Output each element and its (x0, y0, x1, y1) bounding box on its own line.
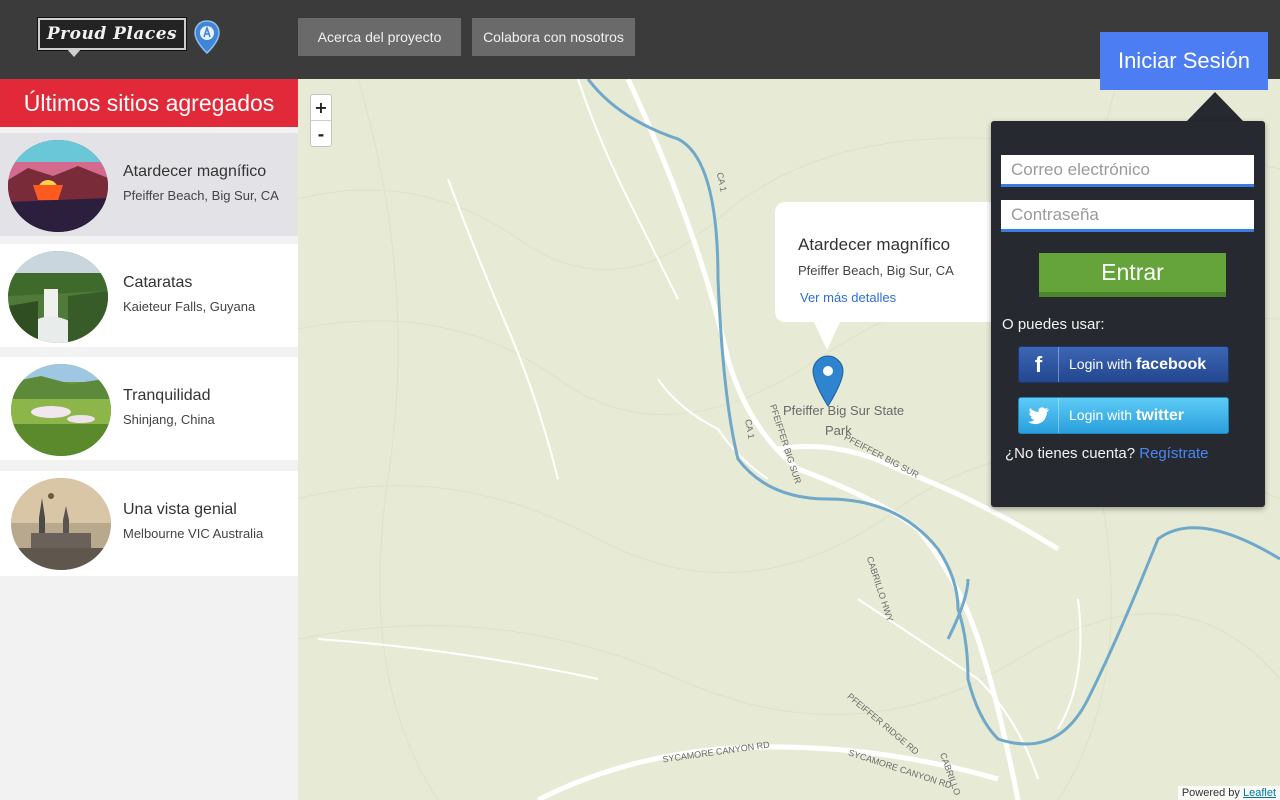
email-field[interactable]: Correo electrónico (1001, 155, 1254, 187)
alt-login-text: O puedes usar: (1002, 316, 1105, 333)
place-name: Cataratas (123, 274, 193, 291)
place-location: Shinjang, China (123, 412, 215, 427)
login-panel-pointer (1186, 92, 1244, 122)
twitter-brand: twitter (1135, 406, 1184, 424)
logo-text: Proud Places (46, 24, 178, 44)
top-navbar: Proud Places Acerca del proyecto Colabor… (0, 0, 1280, 79)
sidebar-title: Últimos sitios agregados (0, 79, 298, 127)
popup-title: Atardecer magnífico (798, 235, 951, 254)
city-photo-thumbnail (11, 478, 111, 570)
place-location: Melbourne VIC Australia (123, 526, 264, 541)
place-item[interactable]: Cataratas Kaieteur Falls, Guyana (0, 244, 298, 347)
zoom-in-button[interactable]: + (311, 95, 331, 121)
facebook-prefix: Login with (1069, 355, 1133, 372)
no-account-text: ¿No tienes cuenta? Regístrate (1005, 445, 1208, 462)
place-item[interactable]: Una vista genial Melbourne VIC Australia (0, 471, 298, 576)
place-item[interactable]: Atardecer magnífico Pfeiffer Beach, Big … (0, 133, 298, 236)
twitter-prefix: Login with (1069, 406, 1133, 423)
map-pin-icon (194, 20, 220, 54)
nav-collaborate[interactable]: Colabora con nosotros (472, 18, 635, 56)
proud-places-logo[interactable]: Proud Places (38, 18, 186, 50)
password-field[interactable]: Contraseña (1001, 200, 1254, 232)
zoom-out-button[interactable]: - (311, 121, 331, 147)
logo-speech-tail (66, 48, 82, 57)
nav-about-project[interactable]: Acerca del proyecto (298, 18, 461, 56)
facebook-brand: facebook (1135, 355, 1207, 373)
twitter-bird-icon (1019, 398, 1059, 433)
popup-location: Pfeiffer Beach, Big Sur, CA (798, 263, 954, 278)
enter-button[interactable]: Entrar (1039, 253, 1226, 297)
popup-details-link[interactable]: Ver más detalles (800, 290, 896, 305)
place-name: Tranquilidad (123, 387, 211, 404)
zoom-control: + - (310, 94, 332, 147)
popup-pointer (813, 320, 841, 350)
recent-places-sidebar: Últimos sitios agregados Atardecer magní… (0, 79, 298, 800)
signin-button[interactable]: Iniciar Sesión (1100, 32, 1268, 90)
facebook-icon: f (1019, 347, 1059, 382)
twitter-login-button[interactable]: Login with twitter (1018, 397, 1229, 434)
attribution-text: Powered by (1181, 787, 1240, 799)
register-link[interactable]: Regístrate (1139, 445, 1208, 462)
map-attribution: Powered by Leaflet (1177, 786, 1280, 800)
place-item[interactable]: Tranquilidad Shinjang, China (0, 357, 298, 460)
map-popup: Atardecer magnífico Pfeiffer Beach, Big … (775, 202, 1005, 322)
twitter-login-label: Login with twitter (1059, 407, 1184, 425)
waterfall-photo-thumbnail (8, 251, 108, 343)
facebook-login-label: Login with facebook (1059, 356, 1206, 374)
no-account-question: ¿No tienes cuenta? (1005, 445, 1136, 462)
facebook-login-button[interactable]: f Login with facebook (1018, 346, 1229, 383)
place-name: Atardecer magnífico (123, 163, 267, 180)
place-name: Una vista genial (123, 501, 237, 518)
login-panel: Correo electrónico Contraseña Entrar O p… (991, 121, 1265, 507)
meadow-photo-thumbnail (11, 364, 111, 456)
sunset-photo-thumbnail (8, 140, 108, 232)
place-location: Pfeiffer Beach, Big Sur, CA (123, 188, 279, 203)
map-marker-icon[interactable] (812, 355, 844, 407)
leaflet-link[interactable]: Leaflet (1243, 787, 1276, 799)
place-location: Kaieteur Falls, Guyana (123, 299, 256, 314)
